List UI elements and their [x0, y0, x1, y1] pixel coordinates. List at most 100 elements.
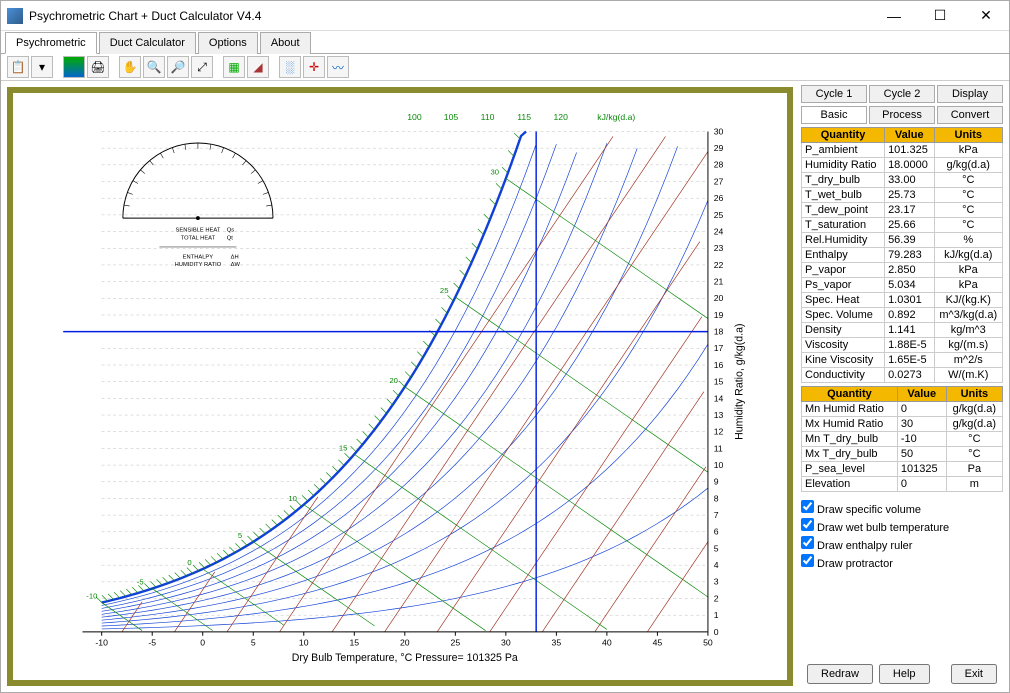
svg-text:25: 25	[451, 637, 461, 647]
print-icon[interactable]: 🖨	[87, 56, 109, 78]
svg-text:25: 25	[440, 286, 449, 295]
gridlines-icon[interactable]: ░	[279, 56, 301, 78]
zoom-out-icon[interactable]: 🔎	[167, 56, 189, 78]
table-row: Density1.141kg/m^3	[802, 323, 1003, 338]
chart-frame[interactable]: 0123456789101112131415161718192021222324…	[7, 87, 793, 686]
properties-table: Quantity Value Units P_ambient101.325kPa…	[801, 127, 1003, 383]
svg-text:15: 15	[339, 443, 348, 452]
table-row: Kine Viscosity1.65E-5m^2/s	[802, 353, 1003, 368]
svg-text:10: 10	[299, 637, 309, 647]
table-row: P_sea_level101325Pa	[802, 462, 1003, 477]
svg-text:8: 8	[714, 493, 719, 503]
table-row: Viscosity1.88E-5kg/(m.s)	[802, 338, 1003, 353]
table-row: Conductivity0.0273W/(m.K)	[802, 368, 1003, 383]
grid1-icon[interactable]: ▦	[223, 56, 245, 78]
svg-text:5: 5	[238, 531, 242, 540]
svg-text:20: 20	[389, 376, 398, 385]
main-tabs: Psychrometric Duct Calculator Options Ab…	[1, 31, 1009, 54]
table-row: Spec. Heat1.0301KJ/(kg.K)	[802, 293, 1003, 308]
tab-convert[interactable]: Convert	[937, 106, 1003, 124]
svg-text:3: 3	[714, 577, 719, 587]
tab-psychrometric[interactable]: Psychrometric	[5, 32, 97, 54]
svg-text:SENSIBLE HEAT: SENSIBLE HEAT	[176, 228, 221, 234]
close-button[interactable]: ✕	[963, 1, 1009, 30]
tab-options[interactable]: Options	[198, 32, 258, 54]
psychrometric-chart[interactable]: 0123456789101112131415161718192021222324…	[13, 93, 787, 680]
svg-text:6: 6	[714, 527, 719, 537]
app-window: Psychrometric Chart + Duct Calculator V4…	[0, 0, 1010, 693]
svg-text:2: 2	[714, 593, 719, 603]
svg-text:17: 17	[714, 343, 724, 353]
tab-duct-calculator[interactable]: Duct Calculator	[99, 32, 196, 54]
svg-text:23: 23	[714, 243, 724, 253]
checkbox-draw-wet-bulb-temperature[interactable]: Draw wet bulb temperature	[801, 517, 1003, 535]
svg-text:100: 100	[407, 112, 422, 122]
table-row: T_dew_point23.17°C	[802, 203, 1003, 218]
zoom-in-icon[interactable]: 🔍	[143, 56, 165, 78]
svg-text:10: 10	[288, 494, 297, 503]
svg-text:30: 30	[501, 637, 511, 647]
svg-text:12: 12	[714, 427, 724, 437]
app-icon	[7, 8, 23, 24]
tab-about[interactable]: About	[260, 32, 311, 54]
table-row: Elevation0m	[802, 477, 1003, 492]
table-row: T_wet_bulb25.73°C	[802, 188, 1003, 203]
checkbox-draw-specific-volume[interactable]: Draw specific volume	[801, 499, 1003, 517]
redraw-button[interactable]: Redraw	[807, 664, 873, 684]
svg-text:Humidity Ratio, g/kg(d.a): Humidity Ratio, g/kg(d.a)	[734, 323, 746, 439]
table-row: T_saturation25.66°C	[802, 218, 1003, 233]
svg-text:25: 25	[714, 210, 724, 220]
svg-text:30: 30	[490, 168, 499, 177]
svg-text:-10: -10	[86, 592, 97, 601]
grid2-icon[interactable]: ◢	[247, 56, 269, 78]
exit-button[interactable]: Exit	[951, 664, 997, 684]
maximize-button[interactable]: ☐	[917, 1, 963, 30]
svg-text:HUMIDITY RATIO: HUMIDITY RATIO	[175, 262, 222, 268]
checkbox-draw-enthalpy-ruler[interactable]: Draw enthalpy ruler	[801, 535, 1003, 553]
svg-text:45: 45	[653, 637, 663, 647]
svg-text:11: 11	[714, 443, 723, 453]
svg-text:27: 27	[714, 176, 724, 186]
svg-text:105: 105	[444, 112, 459, 122]
help-button[interactable]: Help	[879, 664, 930, 684]
table-row: Mn Humid Ratio0g/kg(d.a)	[802, 402, 1003, 417]
tab-display[interactable]: Display	[937, 85, 1003, 103]
window-title: Psychrometric Chart + Duct Calculator V4…	[29, 9, 871, 23]
table-row: Spec. Volume0.892m^3/kg(d.a)	[802, 308, 1003, 323]
svg-text:0: 0	[200, 637, 205, 647]
svg-text:35: 35	[552, 637, 562, 647]
tab-process[interactable]: Process	[869, 106, 935, 124]
table-row: P_ambient101.325kPa	[802, 143, 1003, 158]
hand-icon[interactable]: ✋	[119, 56, 141, 78]
svg-text:22: 22	[714, 260, 724, 270]
svg-text:Dry Bulb Temperature, °C Pre: Dry Bulb Temperature, °C Pressure= 10132…	[292, 652, 518, 664]
svg-text:16: 16	[714, 360, 724, 370]
tab-cycle2[interactable]: Cycle 2	[869, 85, 935, 103]
svg-text:115: 115	[517, 112, 531, 122]
checkbox-draw-protractor[interactable]: Draw protractor	[801, 553, 1003, 571]
dropdown-icon[interactable]: ▾	[31, 56, 53, 78]
svg-text:ΔW: ΔW	[231, 262, 241, 268]
svg-text:0: 0	[187, 558, 191, 567]
svg-text:30: 30	[714, 126, 724, 136]
minimize-button[interactable]: —	[871, 1, 917, 30]
svg-text:5: 5	[251, 637, 256, 647]
svg-text:TOTAL HEAT: TOTAL HEAT	[181, 235, 216, 241]
color-icon[interactable]	[63, 56, 85, 78]
zoom-fit-icon[interactable]: ⤢	[191, 56, 213, 78]
table-row: Mn T_dry_bulb-10°C	[802, 432, 1003, 447]
table-row: Rel.Humidity56.39%	[802, 233, 1003, 248]
svg-text:29: 29	[714, 143, 724, 153]
svg-text:1: 1	[714, 610, 719, 620]
svg-text:kJ/kg(d.a): kJ/kg(d.a)	[597, 112, 635, 122]
svg-text:15: 15	[349, 637, 359, 647]
table-row: Humidity Ratio18.0000g/kg(d.a)	[802, 158, 1003, 173]
tab-basic[interactable]: Basic	[801, 106, 867, 124]
copy-icon[interactable]: 📋	[7, 56, 29, 78]
svg-text:28: 28	[714, 160, 724, 170]
tab-cycle1[interactable]: Cycle 1	[801, 85, 867, 103]
curve-icon[interactable]: 〰	[327, 56, 349, 78]
svg-text:19: 19	[714, 310, 724, 320]
crosshair-icon[interactable]: ✛	[303, 56, 325, 78]
svg-text:Qt: Qt	[227, 235, 233, 241]
